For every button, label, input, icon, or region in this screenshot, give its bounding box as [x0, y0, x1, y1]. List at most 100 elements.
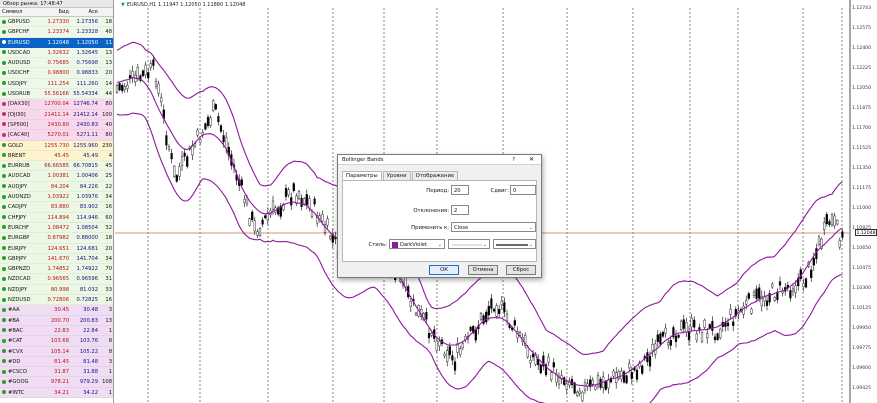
market-watch-row[interactable]: #BAC 22.83 22.84 1	[0, 325, 113, 337]
bid-cell: 45.45	[54, 152, 69, 159]
market-watch-row[interactable]: #GOOG 978.21 979.29 108	[0, 377, 113, 388]
bid-cell: 111.254	[47, 80, 69, 87]
candle-body	[469, 326, 472, 331]
tab-visualization[interactable]: Отображение	[411, 171, 459, 180]
symbol-cell: CADJPY	[0, 202, 42, 211]
spread-cell: 80	[105, 101, 112, 108]
close-button[interactable]: ✕	[529, 155, 534, 165]
bid-cell: 66.66585	[44, 163, 69, 170]
candle-body	[830, 214, 834, 226]
market-watch-row[interactable]: AUDNZD 1.03922 1.03976 34	[0, 192, 113, 203]
price-axis-label: 1.11175	[852, 186, 871, 191]
market-watch-row[interactable]: [DJI30] 21411.14 21412.14 100	[0, 109, 113, 120]
market-watch-row[interactable]: #CVX 105.14 105.22 8	[0, 346, 113, 357]
candle-body	[222, 135, 225, 143]
apply-to-value: Close	[454, 225, 469, 231]
market-watch-row[interactable]: #BA 200.70 200.83 13	[0, 315, 113, 326]
market-watch-row[interactable]: NZDJPY 80.998 81.032 33	[0, 284, 113, 296]
help-button[interactable]: ?	[512, 155, 515, 165]
reset-button[interactable]: Сброс	[506, 265, 536, 275]
symbol-status-icon	[2, 81, 6, 86]
shift-input[interactable]: 0	[510, 185, 536, 195]
candle-body	[838, 240, 841, 248]
candle-body	[810, 269, 813, 278]
symbol-status-icon	[2, 29, 6, 34]
symbol-name: BRENT	[8, 152, 26, 159]
symbol-name: #CAT	[8, 338, 23, 345]
symbol-status-icon	[2, 266, 6, 271]
market-watch-row[interactable]: EURUSD 1.12048 1.12050 11	[0, 37, 113, 48]
candle-body	[175, 175, 178, 182]
candle-body	[173, 165, 176, 177]
apply-to-select[interactable]: Close ⌄	[451, 222, 536, 232]
market-watch-row[interactable]: AUDUSD 0.75685 0.75698 13	[0, 58, 113, 69]
cancel-button[interactable]: Отмена	[468, 265, 498, 275]
line-style-select[interactable]: ⌄	[448, 239, 490, 249]
market-watch-panel: Обзор рынка: 17:48:47 Символ Бид Аск GBP…	[0, 0, 114, 403]
symbol-name: NZDUSD	[8, 297, 31, 304]
column-ask[interactable]: Аск	[71, 8, 100, 16]
candle-body	[742, 305, 745, 315]
candle-body	[183, 152, 186, 157]
market-watch-row[interactable]: USDJPY 111.254 111.260 14	[0, 78, 113, 90]
candle-body	[576, 391, 579, 396]
symbol-status-icon	[2, 122, 6, 127]
market-watch-row[interactable]: [CAC40] 5270.01 5271.11 80	[0, 130, 113, 141]
market-watch-row[interactable]: [DAX30] 12700.04 12746.74 80	[0, 99, 113, 110]
market-watch-row[interactable]: USDCAD 1.32632 1.32645 13	[0, 47, 113, 59]
ask-cell: 84.226	[79, 183, 98, 190]
candle-body	[625, 375, 628, 384]
column-bid[interactable]: Бид	[42, 8, 71, 16]
candle-body	[726, 322, 730, 327]
style-color-select[interactable]: DarkViolet ⌄	[389, 239, 445, 249]
column-symbol[interactable]: Символ	[0, 8, 42, 16]
market-watch-row[interactable]: GBPJPY 141.670 141.704 34	[0, 253, 113, 265]
market-watch-row[interactable]: #CSCO 31.87 31.88 1	[0, 367, 113, 378]
spread-cell: 80	[105, 132, 112, 139]
market-watch-row[interactable]: #AA 30.45 30.48 3	[0, 305, 113, 316]
column-spread[interactable]	[100, 8, 113, 16]
period-input[interactable]: 20	[451, 185, 469, 195]
tab-levels[interactable]: Уровни	[382, 171, 411, 180]
price-axis-label: 1.09775	[852, 346, 871, 351]
market-watch-row[interactable]: CHFJPY 114.894 114.946 60	[0, 212, 113, 223]
ok-button[interactable]: ОК	[429, 265, 459, 275]
candle-body	[178, 166, 181, 177]
bid-cell: 84.204	[50, 183, 69, 190]
market-watch-row[interactable]: NZDUSD 0.72806 0.72825 16	[0, 295, 113, 306]
dialog-titlebar[interactable]: Bollinger Bands ? ✕	[338, 155, 541, 165]
spread-cell: 1	[108, 369, 112, 376]
candle-body	[485, 311, 488, 323]
candle-body	[206, 116, 210, 126]
symbol-cell: CHFJPY	[0, 213, 42, 222]
deviations-input[interactable]: 2	[451, 205, 469, 215]
symbol-status-icon	[2, 163, 6, 168]
market-watch-row[interactable]: GOLD 1255.730 1255.960 230	[0, 140, 113, 151]
line-width-select[interactable]: ⌄	[493, 239, 536, 249]
market-watch-row[interactable]: #INTC 34.21 34.22 1	[0, 387, 113, 398]
market-watch-row[interactable]: CADJPY 83.880 83.902 16	[0, 202, 113, 213]
candle-body	[552, 362, 555, 368]
market-watch-row[interactable]: EURRUB 66.66585 66.70815 45	[0, 161, 113, 172]
market-watch-row[interactable]: EURJPY 124.651 124.681 20	[0, 243, 113, 254]
market-watch-row[interactable]: USDRUB 55.56166 55.54334 44	[0, 89, 113, 100]
market-watch-row[interactable]: #DD 81.45 81.48 3	[0, 356, 113, 368]
symbol-name: #GOOG	[8, 379, 29, 386]
market-watch-row[interactable]: EURCHF 1.08472 1.08504 32	[0, 222, 113, 234]
ask-cell: 66.70815	[73, 163, 98, 170]
market-watch-row[interactable]: GBPNZD 1.74852 1.74922 70	[0, 264, 113, 275]
candle-body	[505, 313, 509, 322]
market-watch-row[interactable]: GBPUSD 1.27330 1.27356 18	[0, 17, 113, 28]
market-watch-row[interactable]: AUDJPY 84.204 84.226 22	[0, 181, 113, 193]
candle-body	[123, 86, 126, 90]
market-watch-row[interactable]: #CAT 103.68 103.76 8	[0, 336, 113, 347]
symbol-cell: GBPCHF	[0, 27, 42, 36]
market-watch-row[interactable]: AUDCAD 1.00381 1.00406 25	[0, 171, 113, 182]
market-watch-row[interactable]: BRENT 45.45 45.49 4	[0, 150, 113, 162]
symbol-cell: #CAT	[0, 336, 42, 345]
market-watch-row[interactable]: GBPCHF 1.23374 1.23328 48	[0, 27, 113, 38]
market-watch-row[interactable]: [SP500] 2430.80 2430.83 40	[0, 119, 113, 131]
market-watch-row[interactable]: EURGBP 0.87982 0.88000 18	[0, 233, 113, 244]
market-watch-row[interactable]: USDCHF 0.98800 0.98833 20	[0, 68, 113, 79]
market-watch-row[interactable]: NZDCAD 0.96565 0.96596 31	[0, 274, 113, 285]
